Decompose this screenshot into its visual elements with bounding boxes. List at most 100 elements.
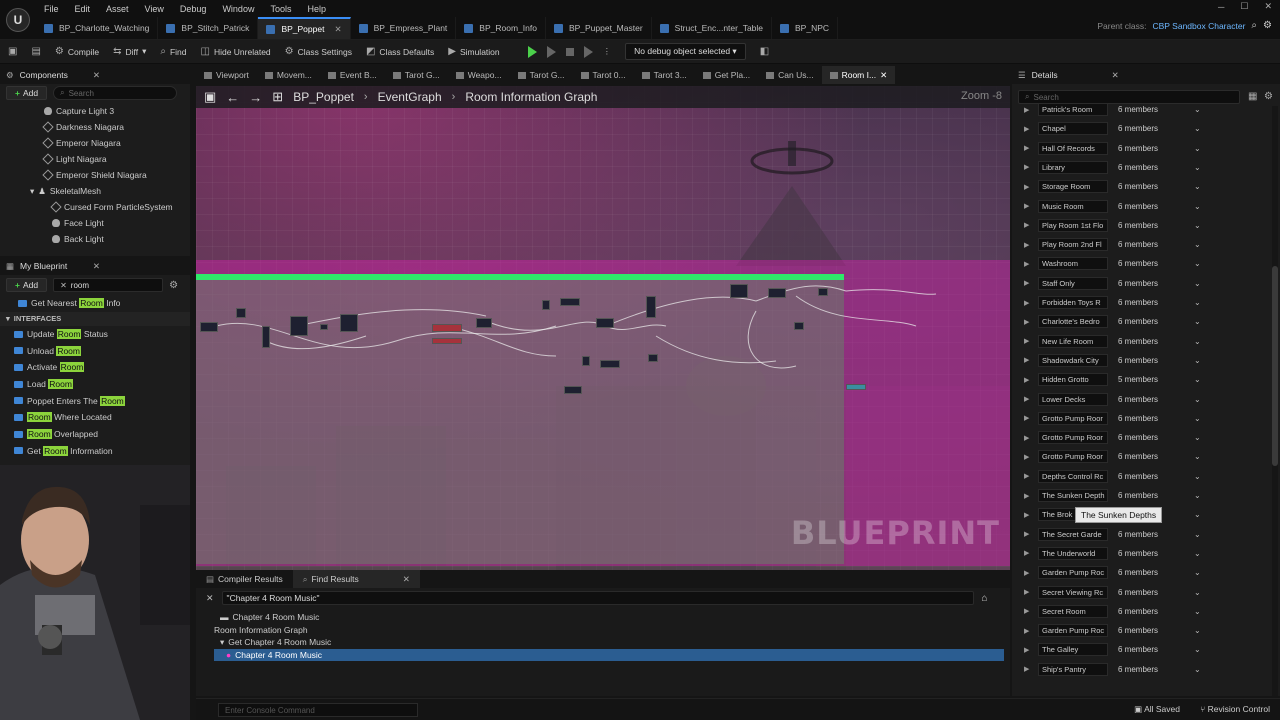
find-results-input[interactable]: "Chapter 4 Room Music" <box>221 591 974 605</box>
room-entry-row[interactable]: ▶ The Sunken Depth 6 members ⌄ <box>1024 486 1201 505</box>
room-name-field[interactable]: Forbidden Toys R <box>1038 296 1108 309</box>
graph-tab[interactable]: Can Us... <box>758 66 821 84</box>
components-tree-item[interactable]: Back Light <box>30 231 190 247</box>
chevron-down-icon[interactable]: ⌄ <box>1194 568 1201 577</box>
graph-tab[interactable]: Weapo... <box>448 66 510 84</box>
expand-arrow-icon[interactable]: ▶ <box>1024 125 1038 133</box>
menu-item-tools[interactable]: Tools <box>262 2 299 16</box>
forward-arrow-icon[interactable]: → <box>249 90 262 105</box>
document-tab[interactable]: BP_Stitch_Patrick <box>158 17 259 39</box>
chevron-down-icon[interactable]: ⌄ <box>1194 144 1201 153</box>
interfaces-section-header[interactable]: ▾ INTERFACES <box>0 311 190 326</box>
find-button[interactable]: ⌕ Find <box>160 46 186 57</box>
room-entry-row[interactable]: ▶ Washroom 6 members ⌄ <box>1024 254 1201 273</box>
chevron-down-icon[interactable]: ⌄ <box>1194 645 1201 654</box>
expand-arrow-icon[interactable]: ▶ <box>1024 163 1038 171</box>
graph-node[interactable] <box>542 300 550 310</box>
close-window-icon[interactable]: ✕ <box>1264 1 1272 12</box>
room-entry-row[interactable]: ▶ Hall Of Records 6 members ⌄ <box>1024 139 1201 158</box>
find-result-item[interactable]: ▾ Get Chapter 4 Room Music <box>214 636 1010 649</box>
room-name-field[interactable]: Play Room 2nd Fl <box>1038 238 1108 252</box>
room-name-field[interactable]: The Secret Garde <box>1038 527 1108 541</box>
interface-function-item[interactable]: Get Room Information <box>0 443 190 460</box>
more-options-icon[interactable]: ⋮ <box>603 46 612 57</box>
chevron-down-icon[interactable]: ⌄ <box>1194 588 1201 597</box>
graph-tab[interactable]: Tarot 3... <box>634 66 695 84</box>
graph-tab[interactable]: Tarot G... <box>510 66 573 84</box>
room-entry-row[interactable]: ▶ Secret Room 6 members ⌄ <box>1024 602 1201 621</box>
menu-item-window[interactable]: Window <box>214 2 262 16</box>
graph-tab[interactable]: Event B... <box>320 66 385 84</box>
room-name-field[interactable]: Play Room 1st Flo <box>1038 218 1108 232</box>
chevron-down-icon[interactable]: ⌄ <box>1194 317 1201 326</box>
graph-node[interactable] <box>818 288 828 296</box>
expand-arrow-icon[interactable]: ▶ <box>1024 202 1038 210</box>
details-tab[interactable]: ☰ Details ✕ <box>1012 66 1280 84</box>
graph-node[interactable] <box>560 298 580 306</box>
room-name-field[interactable]: The Underworld <box>1038 546 1108 560</box>
graph-node[interactable] <box>648 354 658 362</box>
interface-function-item[interactable]: Room Where Located <box>0 409 190 426</box>
room-entry-row[interactable]: ▶ Lower Decks 6 members ⌄ <box>1024 390 1201 409</box>
room-entry-row[interactable]: ▶ Grotto Pump Roor 6 members ⌄ <box>1024 409 1201 428</box>
room-name-field[interactable]: Depths Control Rc <box>1038 469 1108 483</box>
room-name-field[interactable]: Hall Of Records <box>1038 141 1108 155</box>
room-name-field[interactable]: Grotto Pump Roor <box>1038 431 1108 445</box>
expand-arrow-icon[interactable]: ▶ <box>1024 434 1038 442</box>
console-command-input[interactable]: Enter Console Command <box>218 703 418 717</box>
graph-node[interactable] <box>730 284 748 298</box>
graph-tab[interactable]: Tarot 0... <box>573 66 634 84</box>
interface-function-item[interactable]: Poppet Enters The Room <box>0 392 190 409</box>
room-entry-row[interactable]: ▶ Shadowdark City 6 members ⌄ <box>1024 351 1201 370</box>
back-arrow-icon[interactable]: ← <box>226 90 239 105</box>
room-entry-row[interactable]: ▶ The Secret Garde 6 members ⌄ <box>1024 525 1201 544</box>
expand-arrow-icon[interactable]: ▶ <box>1024 183 1038 191</box>
graph-node[interactable] <box>200 322 218 332</box>
document-tab[interactable]: BP_Poppet ✕ <box>258 17 351 39</box>
chevron-down-icon[interactable]: ⌄ <box>1194 395 1201 404</box>
graph-tab[interactable]: Get Pla... <box>695 66 758 84</box>
class-settings-button[interactable]: ⚙ Class Settings <box>285 46 352 57</box>
chevron-down-icon[interactable]: ⌄ <box>1194 414 1201 423</box>
components-tree-item[interactable]: Face Light <box>30 215 190 231</box>
chevron-down-icon[interactable]: ⌄ <box>1194 337 1201 346</box>
components-tree-item[interactable]: Emperor Niagara <box>30 135 190 151</box>
chevron-down-icon[interactable]: ⌄ <box>1194 221 1201 230</box>
chevron-down-icon[interactable]: ⌄ <box>1194 491 1201 500</box>
room-entry-row[interactable]: ▶ New Life Room 6 members ⌄ <box>1024 332 1201 351</box>
expand-arrow-icon[interactable]: ▶ <box>1024 221 1038 229</box>
my-blueprint-search-input[interactable]: ✕ room <box>53 278 164 292</box>
graph-node[interactable] <box>846 384 866 390</box>
find-in-all-blueprints-icon[interactable]: ⌂ <box>982 593 988 604</box>
graph-menu-icon[interactable]: ▣ <box>204 89 216 105</box>
room-name-field[interactable]: Music Room <box>1038 199 1108 213</box>
debug-find-button[interactable]: ◧ <box>760 46 769 57</box>
revision-control-button[interactable]: ⑂ Revision Control <box>1200 704 1270 714</box>
interface-function-item[interactable]: Load Room <box>0 376 190 393</box>
minimize-icon[interactable]: ─ <box>1218 2 1224 12</box>
components-tree-item[interactable]: Emperor Shield Niagara <box>30 167 190 183</box>
expand-arrow-icon[interactable]: ▶ <box>1024 530 1038 538</box>
room-entry-row[interactable]: ▶ Depths Control Rc 6 members ⌄ <box>1024 467 1201 486</box>
chevron-down-icon[interactable]: ⌄ <box>1194 202 1201 211</box>
chevron-down-icon[interactable]: ⌄ <box>1194 105 1201 114</box>
document-tab[interactable]: BP_Charlotte_Watching <box>36 17 159 39</box>
chevron-down-icon[interactable]: ⌄ <box>1194 259 1201 268</box>
save-button[interactable]: ▣ <box>8 46 17 57</box>
graph-tab[interactable]: Movem... <box>257 66 320 84</box>
settings-icon[interactable]: ⚙ <box>1263 20 1272 31</box>
room-name-field[interactable]: New Life Room <box>1038 334 1108 348</box>
close-tab-icon[interactable]: ✕ <box>880 70 887 81</box>
room-name-field[interactable]: Secret Room <box>1038 604 1108 618</box>
graph-node[interactable] <box>236 308 246 318</box>
add-member-button[interactable]: + Add <box>6 278 48 292</box>
chevron-down-icon[interactable]: ⌄ <box>1194 530 1201 539</box>
menu-item-help[interactable]: Help <box>299 2 334 16</box>
hierarchy-icon[interactable]: ⊞ <box>272 89 283 105</box>
diff-button[interactable]: ⇆ Diff ▾ <box>113 46 146 57</box>
menu-item-debug[interactable]: Debug <box>172 2 215 16</box>
settings-icon[interactable]: ⚙ <box>1264 91 1273 102</box>
document-tab[interactable]: BP_Room_Info <box>456 17 546 39</box>
tab-compiler-results[interactable]: ▤ Compiler Results <box>196 570 293 588</box>
document-tab[interactable]: BP_Puppet_Master <box>546 17 652 39</box>
